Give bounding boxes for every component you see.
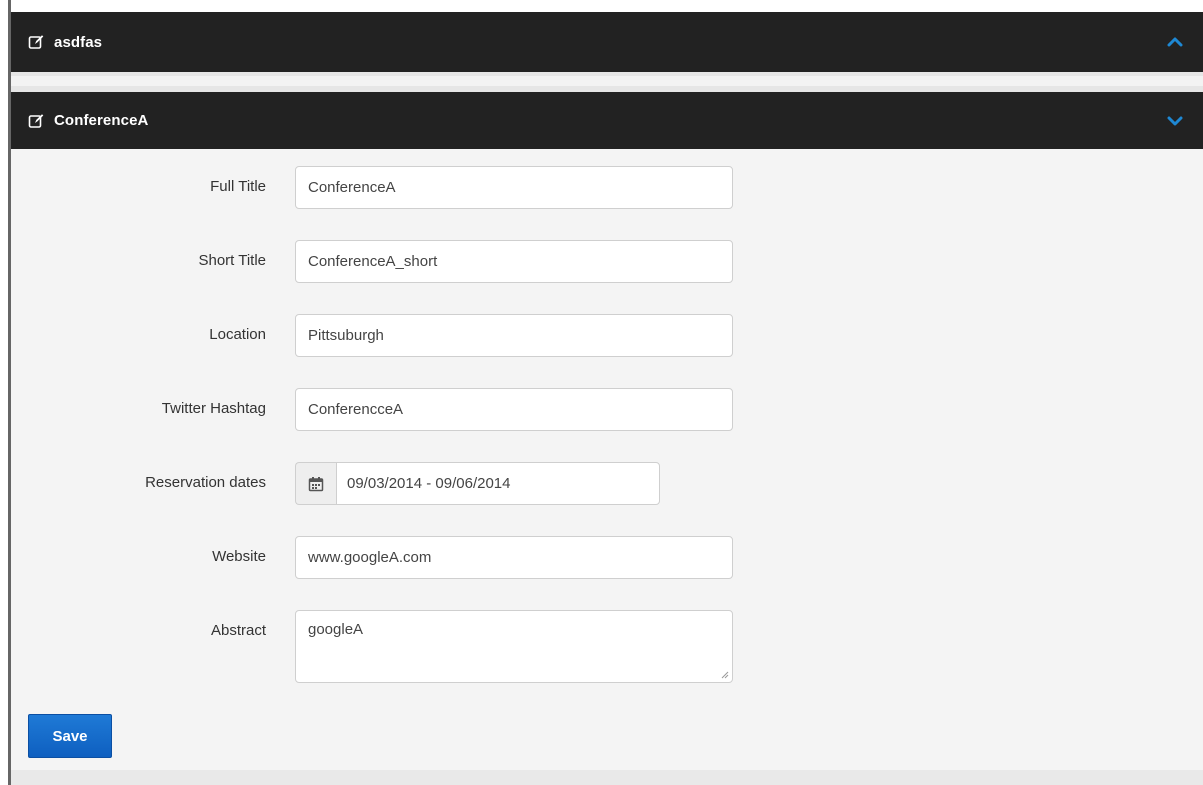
website-input[interactable]: www.googleA.com <box>295 536 733 579</box>
short-title-label: Short Title <box>198 252 266 269</box>
panel-footer-strip <box>11 770 1203 785</box>
website-label: Website <box>212 548 266 565</box>
calendar-addon[interactable] <box>295 462 336 505</box>
full-title-input[interactable]: ConferenceA <box>295 166 733 209</box>
edit-icon <box>28 35 44 49</box>
abstract-textarea[interactable]: googleA <box>295 610 733 683</box>
reservation-dates-group: 09/03/2014 - 09/06/2014 <box>295 462 660 505</box>
panel-title: ConferenceA <box>54 112 149 129</box>
conference-form: Full Title ConferenceA Short Title Confe… <box>11 149 1203 770</box>
chevron-down-icon[interactable] <box>1167 115 1183 127</box>
abstract-text: googleA <box>308 621 364 638</box>
save-button[interactable]: Save <box>28 714 112 758</box>
calendar-icon <box>308 476 324 491</box>
app-frame: asdfas ConferenceA Full Title Conference… <box>0 0 1203 785</box>
twitter-hashtag-input[interactable]: ConferencceA <box>295 388 733 431</box>
twitter-hashtag-label: Twitter Hashtag <box>161 400 266 417</box>
chevron-up-icon[interactable] <box>1167 36 1183 48</box>
abstract-label: Abstract <box>210 622 266 639</box>
panel-header-asdfas[interactable]: asdfas <box>11 12 1203 72</box>
location-input[interactable]: Pittsuburgh <box>295 314 733 357</box>
reservation-dates-label: Reservation dates <box>145 474 266 491</box>
location-label: Location <box>209 326 266 343</box>
panel-header-conferencea[interactable]: ConferenceA <box>11 92 1203 149</box>
short-title-input[interactable]: ConferenceA_short <box>295 240 733 283</box>
full-title-label: Full Title <box>210 178 266 195</box>
panel-title: asdfas <box>54 33 103 51</box>
reservation-dates-input[interactable]: 09/03/2014 - 09/06/2014 <box>336 462 660 505</box>
panel-divider <box>11 72 1203 92</box>
edit-icon <box>28 113 44 128</box>
resize-grip-icon[interactable] <box>721 671 729 679</box>
